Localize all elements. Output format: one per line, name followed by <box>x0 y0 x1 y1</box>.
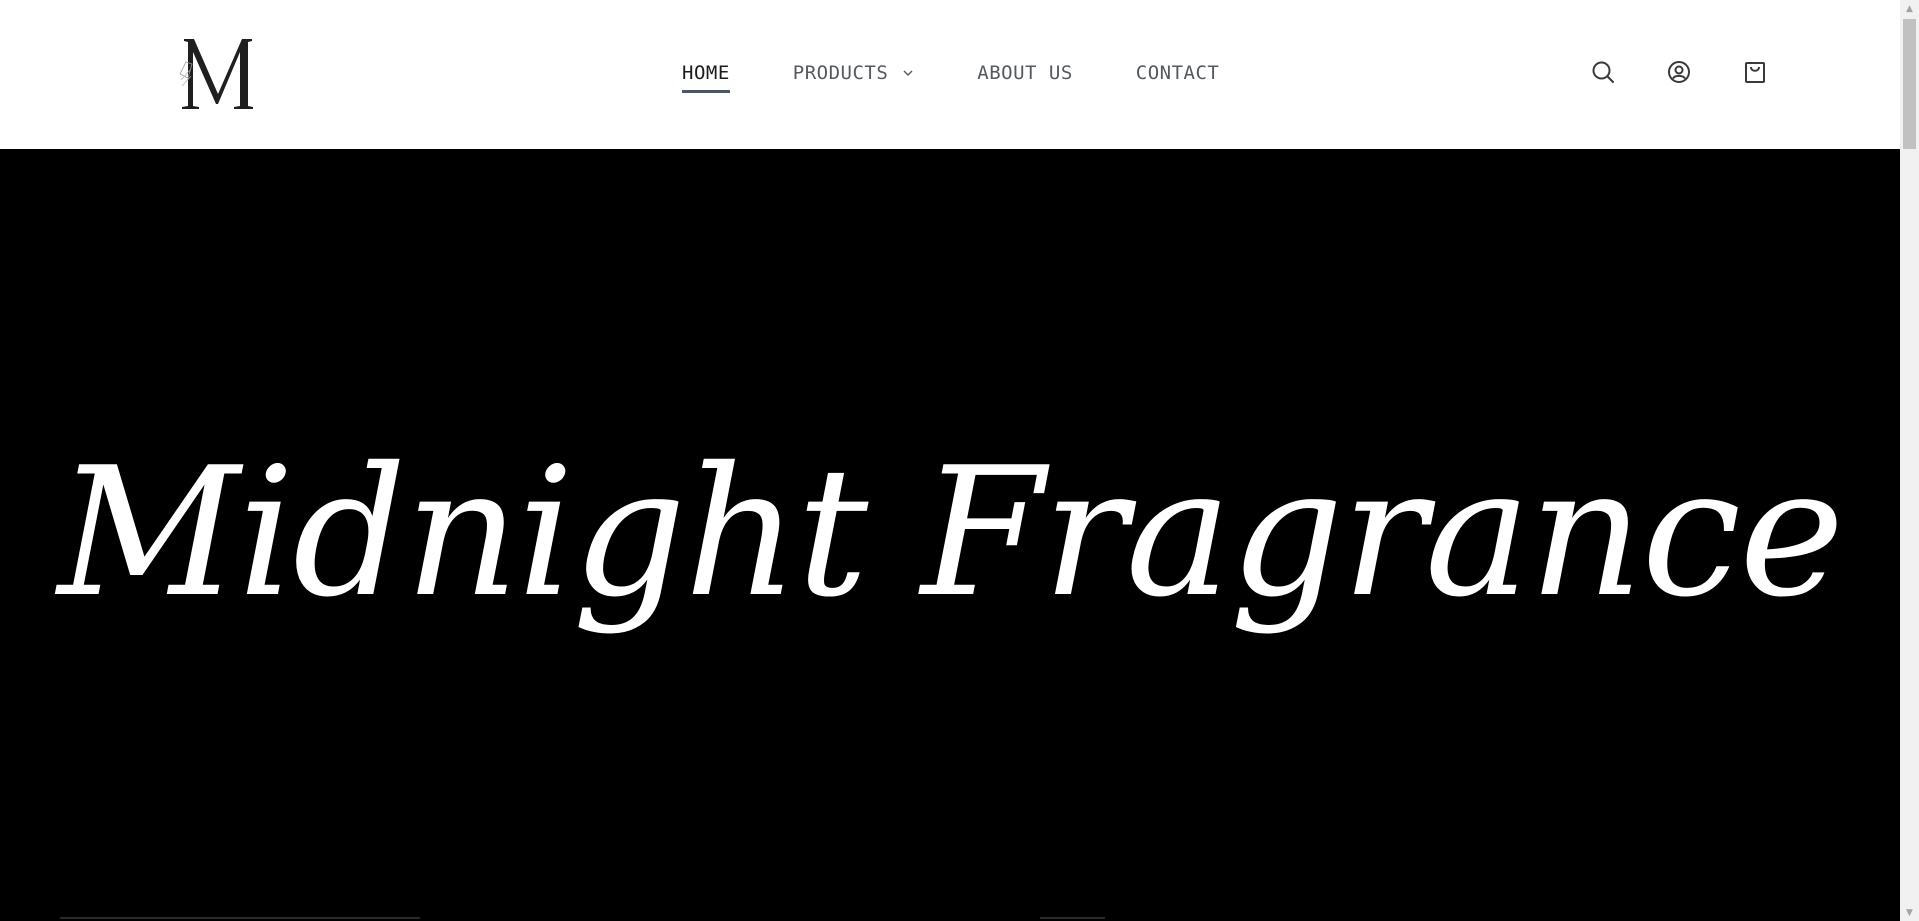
nav-contact[interactable]: CONTACT <box>1136 58 1220 88</box>
nav-contact-label: CONTACT <box>1135 62 1220 84</box>
hero-divider-right <box>1040 917 1105 919</box>
site-header: HOME PRODUCTS ABOUT US CONTACT <box>0 0 1900 149</box>
chevron-down-icon <box>903 70 913 76</box>
logo-mark-icon <box>179 39 253 109</box>
search-icon <box>1592 61 1614 83</box>
nav-home[interactable]: HOME <box>682 58 730 93</box>
cart-icon <box>1745 62 1765 83</box>
main-navigation: HOME PRODUCTS ABOUT US CONTACT <box>682 58 1220 93</box>
hero-title: Midnight Fragrance <box>57 429 1845 636</box>
scroll-up-icon[interactable]: ▲ <box>1900 0 1919 17</box>
nav-home-label: HOME <box>682 62 730 84</box>
hero-banner: Midnight Fragrance <box>0 149 1900 921</box>
active-nav-underline <box>682 90 730 93</box>
account-icon <box>1668 61 1690 83</box>
nav-about-us[interactable]: ABOUT US <box>977 58 1073 88</box>
nav-products[interactable]: PRODUCTS <box>793 58 915 88</box>
nav-products-label: PRODUCTS <box>792 62 889 84</box>
nav-about-label: ABOUT US <box>977 62 1073 84</box>
search-button[interactable] <box>1590 59 1616 85</box>
account-button[interactable] <box>1666 59 1692 85</box>
site-logo[interactable] <box>178 34 258 114</box>
vertical-scrollbar[interactable]: ▲ ▼ <box>1900 0 1919 921</box>
cart-button[interactable] <box>1742 59 1768 85</box>
hero-divider-left <box>60 917 420 919</box>
page: HOME PRODUCTS ABOUT US CONTACT Midnight … <box>0 0 1900 921</box>
scroll-down-icon[interactable]: ▼ <box>1900 904 1919 921</box>
header-actions <box>1590 59 1768 85</box>
scrollbar-thumb[interactable] <box>1903 19 1916 149</box>
